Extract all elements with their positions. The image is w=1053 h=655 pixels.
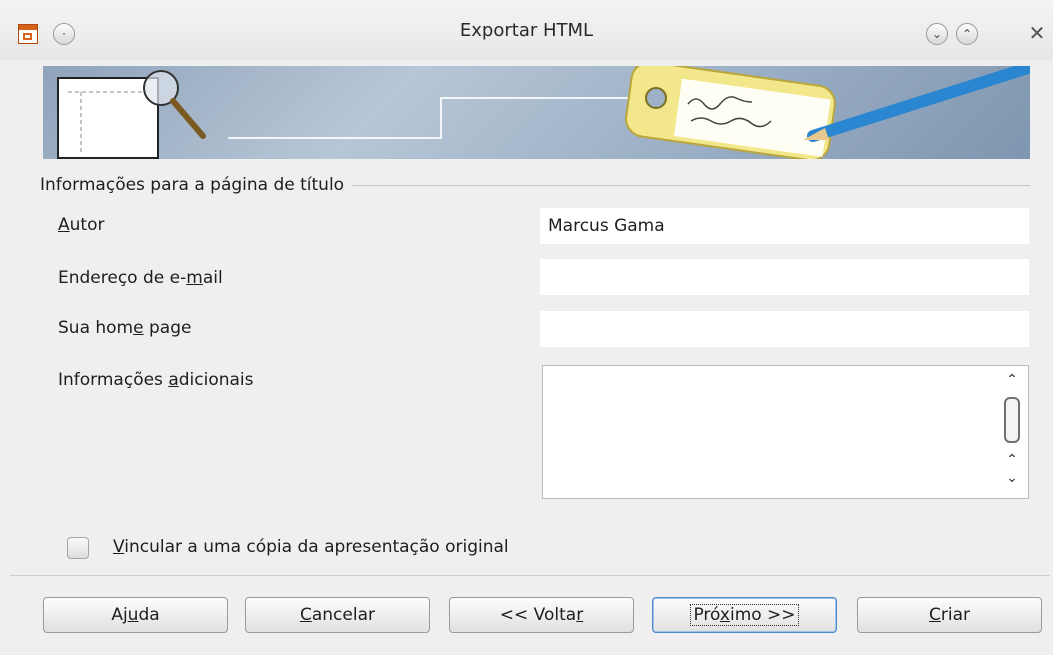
section-title: Informações para a página de título: [40, 175, 353, 195]
email-input[interactable]: [540, 259, 1029, 295]
create-button[interactable]: Criar: [857, 597, 1042, 633]
scroll-down-icon[interactable]: ⌄: [1003, 470, 1021, 486]
banner-illustration: [57, 66, 1030, 159]
additional-info-label: Informações adicionais: [58, 370, 254, 390]
help-button[interactable]: Aj u da: [43, 597, 228, 633]
window-title: Exportar HTML: [459, 20, 594, 41]
link-original-checkbox[interactable]: [67, 537, 89, 559]
chevron-down-icon[interactable]: ⌄: [926, 23, 948, 45]
additional-info-textarea[interactable]: [542, 365, 1029, 499]
title-bar: · Exportar HTML ⌄ ⌃ ✕: [0, 0, 1053, 60]
homepage-label: Sua home page: [58, 318, 192, 338]
homepage-input[interactable]: [540, 311, 1029, 347]
wizard-banner: [43, 66, 1030, 159]
footer-divider: [10, 575, 1050, 576]
back-button[interactable]: << Volta r: [449, 597, 634, 633]
close-icon[interactable]: ✕: [1026, 21, 1048, 45]
scroll-up-step-icon[interactable]: ⌃: [1003, 452, 1021, 468]
author-input[interactable]: Marcus Gama: [540, 208, 1029, 244]
author-label: Autor: [58, 215, 105, 235]
scroll-up-icon[interactable]: ⌃: [1003, 372, 1021, 388]
email-label: Endereço de e-mail: [58, 268, 223, 288]
link-original-label[interactable]: Vincular a uma cópia da apresentação ori…: [113, 537, 509, 557]
next-button-label: Próximo >>: [690, 604, 799, 626]
chevron-up-icon[interactable]: ⌃: [956, 23, 978, 45]
cancel-button[interactable]: Cancelar: [245, 597, 430, 633]
scrollbar-thumb[interactable]: [1004, 397, 1020, 443]
next-button[interactable]: Próximo >>: [652, 597, 837, 633]
